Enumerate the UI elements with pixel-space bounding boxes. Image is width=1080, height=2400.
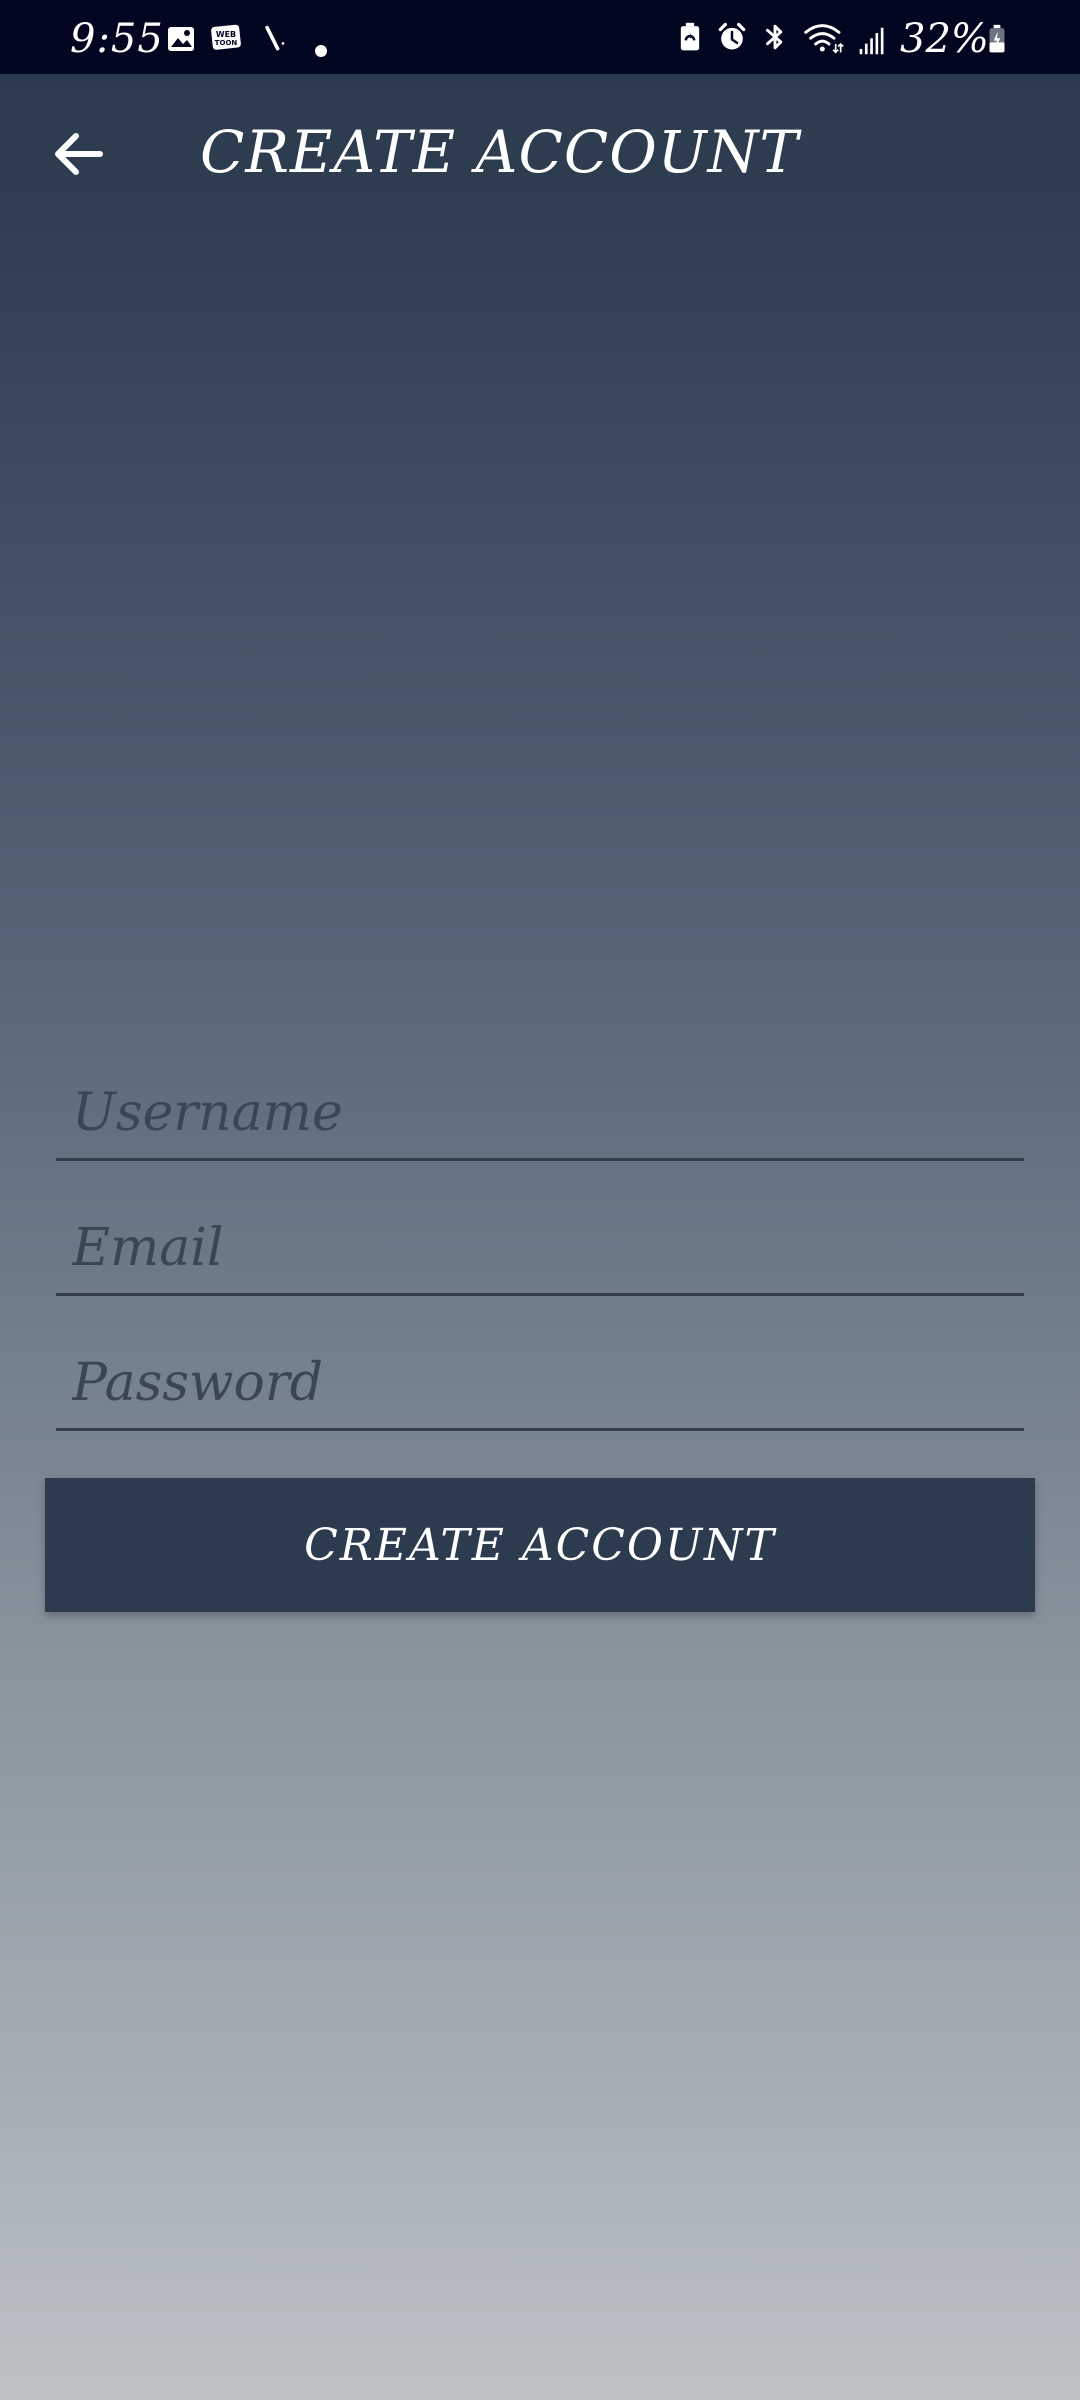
signal-icon [859, 27, 884, 55]
webtoon-icon: WEB TOON [211, 24, 241, 50]
bluetooth-icon [766, 24, 783, 50]
svg-text:TOON: TOON [215, 38, 238, 47]
app-bar: CREATE ACCOUNT [0, 74, 1080, 234]
create-account-button[interactable]: CREATE ACCOUNT [45, 1478, 1035, 1612]
slash-icon [265, 25, 285, 51]
battery-icon [989, 24, 1005, 53]
battery-saver-icon [680, 22, 700, 51]
status-bar: 9:55 WEB TOON 32% [0, 0, 1080, 74]
email-input[interactable] [72, 1213, 1002, 1283]
email-field [56, 1183, 1024, 1296]
back-arrow-icon[interactable] [50, 126, 106, 182]
username-input[interactable] [72, 1078, 1002, 1148]
password-input[interactable] [72, 1348, 1002, 1418]
page-title: CREATE ACCOUNT [200, 118, 800, 186]
wifi-icon [804, 24, 844, 54]
dot-icon [315, 45, 327, 57]
status-time: 9:55 [70, 16, 164, 62]
alarm-icon [718, 22, 746, 50]
gallery-icon [168, 27, 194, 51]
username-field [56, 1048, 1024, 1161]
password-field [56, 1318, 1024, 1431]
battery-percentage: 32% [900, 16, 989, 62]
